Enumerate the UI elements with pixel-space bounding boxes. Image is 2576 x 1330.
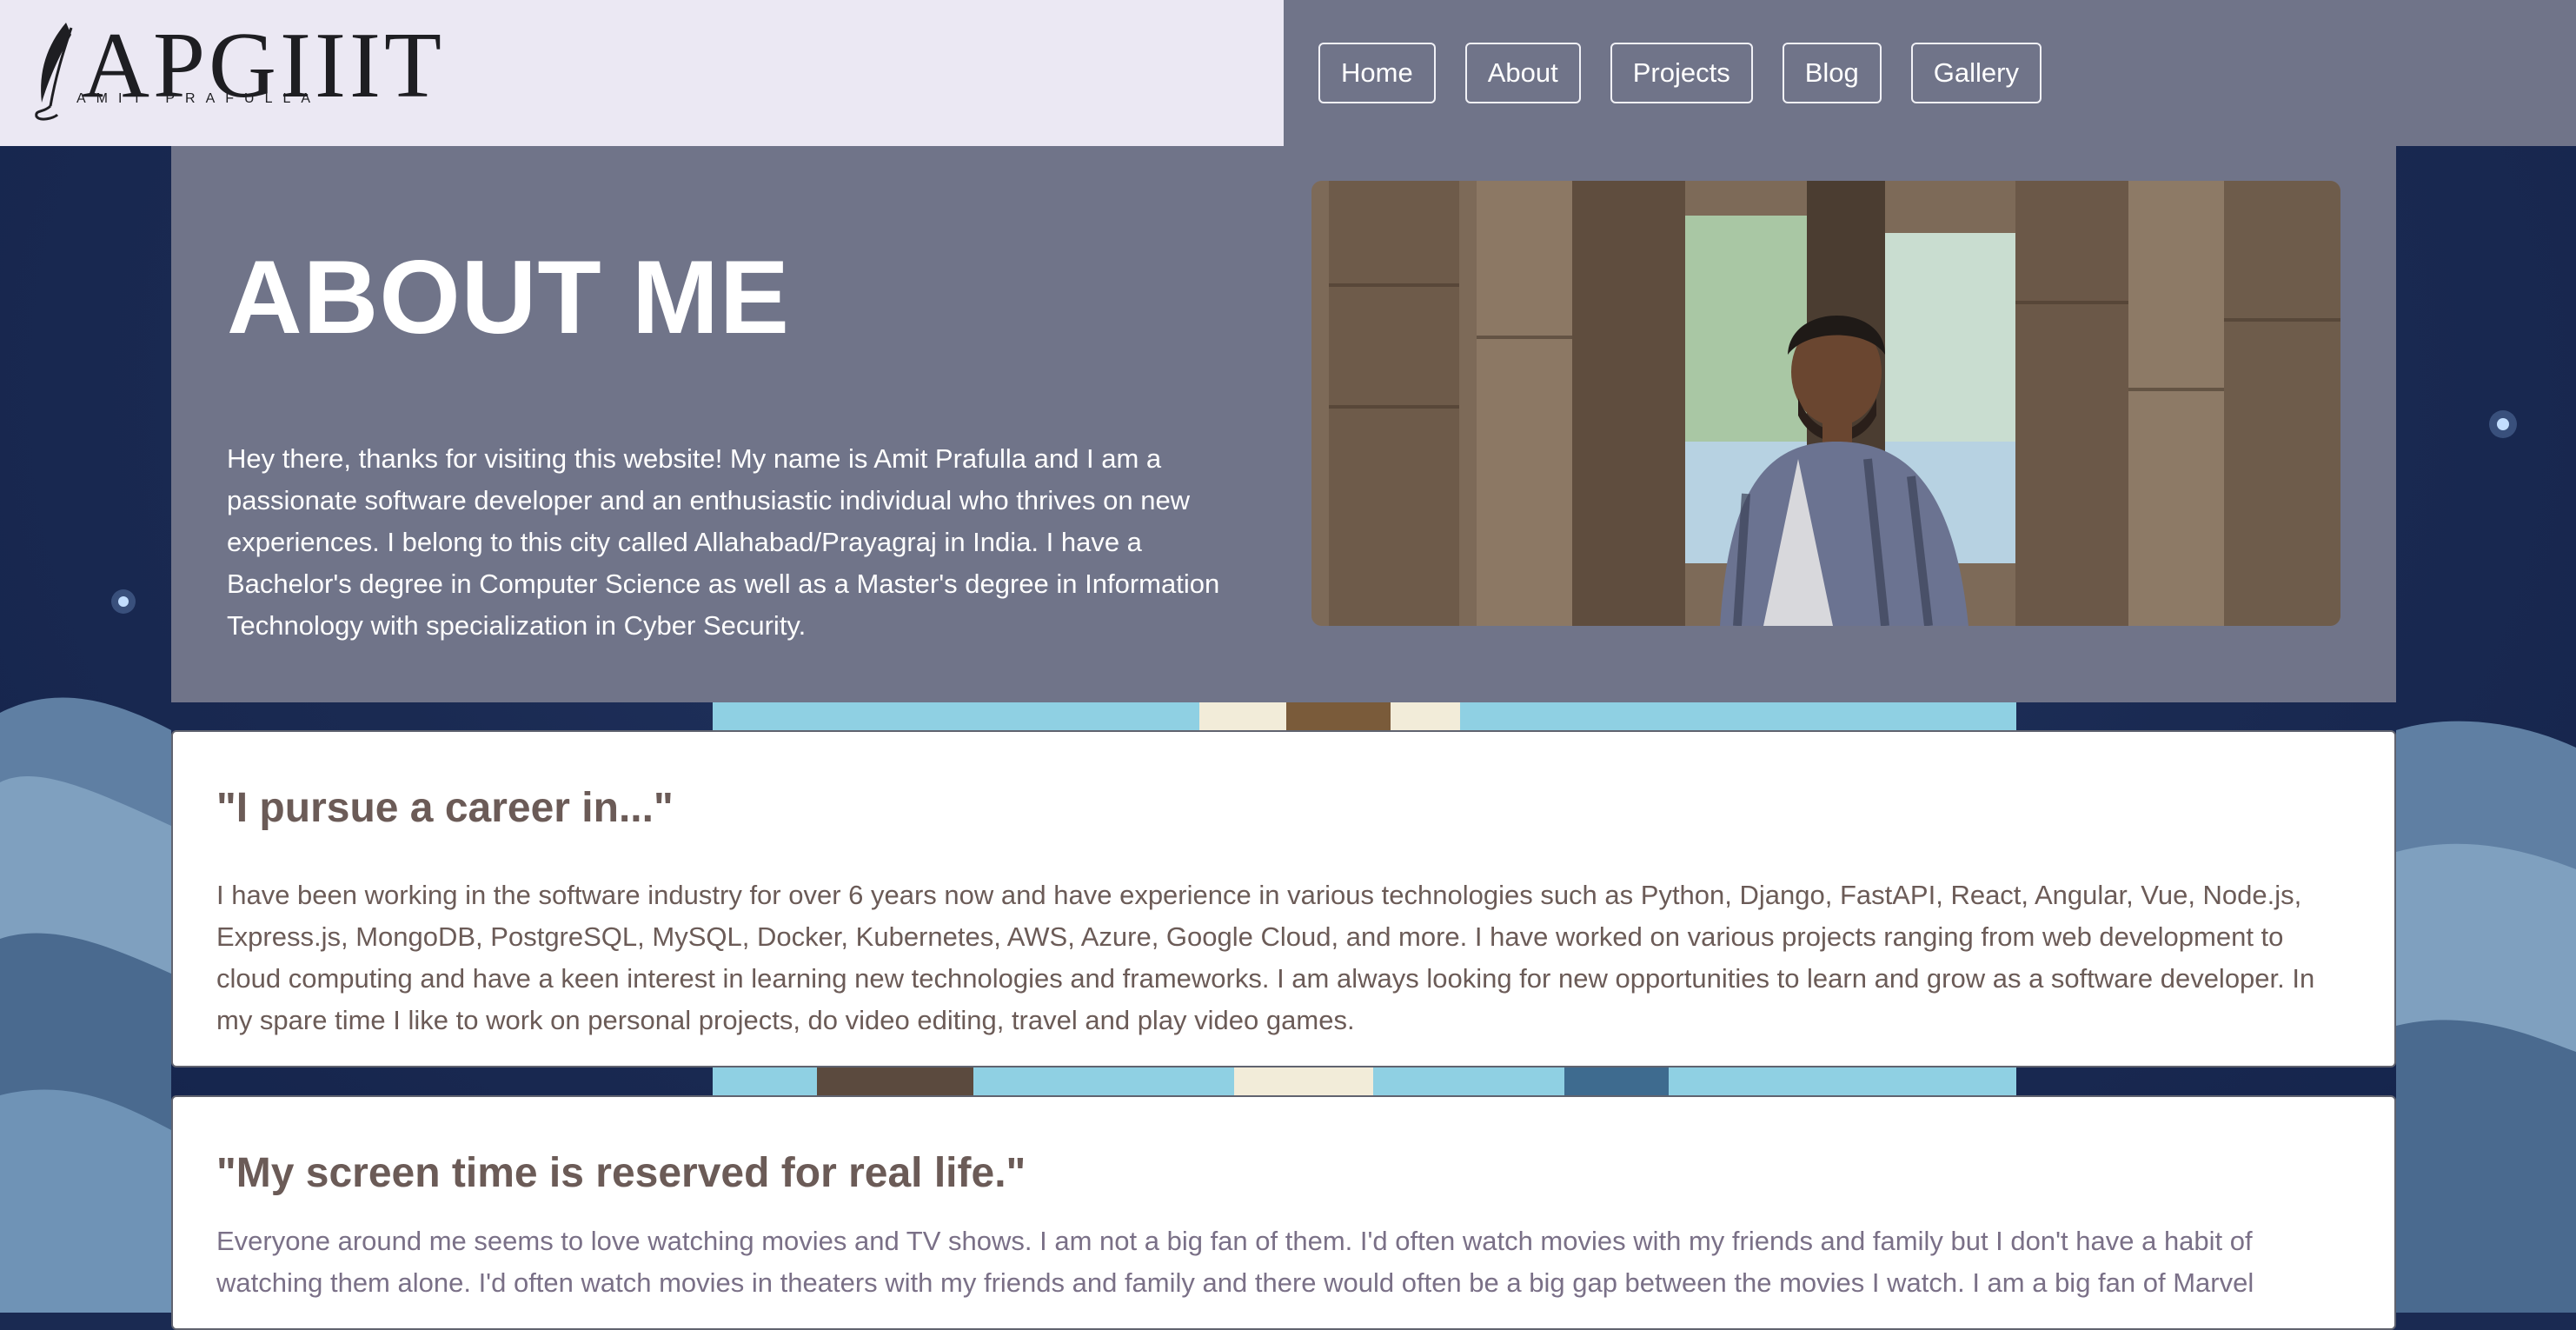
- brand-area: APGIIIT AMIT PRAFULLA: [0, 0, 1284, 146]
- career-card: "I pursue a career in..." I have been wo…: [171, 730, 2396, 1067]
- site-logo[interactable]: APGIIIT AMIT PRAFULLA: [31, 19, 442, 123]
- about-description: Hey there, thanks for visiting this webs…: [227, 443, 1220, 641]
- career-heading: "I pursue a career in...": [216, 785, 674, 831]
- nav-about-button[interactable]: About: [1464, 43, 1581, 103]
- screen-time-text: Everyone around me seems to love watchin…: [216, 1226, 2254, 1298]
- profile-photo: [1311, 181, 2340, 626]
- about-title: ABOUT ME: [227, 239, 790, 356]
- about-section: ABOUT ME Hey there, thanks for visiting …: [171, 146, 2396, 702]
- screen-time-card: "My screen time is reserved for real lif…: [171, 1095, 2396, 1330]
- site-header: APGIIIT AMIT PRAFULLA Home About Project…: [0, 0, 2576, 146]
- nav-gallery-button[interactable]: Gallery: [1910, 43, 2042, 103]
- nav-blog-button[interactable]: Blog: [1782, 43, 1882, 103]
- nav-home-button[interactable]: Home: [1318, 43, 1436, 103]
- logo-subtitle: AMIT PRAFULLA: [76, 91, 322, 106]
- profile-photo-image: [1311, 181, 2340, 626]
- career-text: I have been working in the software indu…: [216, 880, 2315, 1035]
- main-nav: Home About Projects Blog Gallery: [1284, 0, 2576, 146]
- screen-time-heading: "My screen time is reserved for real lif…: [216, 1150, 1026, 1196]
- nav-projects-button[interactable]: Projects: [1610, 43, 1753, 103]
